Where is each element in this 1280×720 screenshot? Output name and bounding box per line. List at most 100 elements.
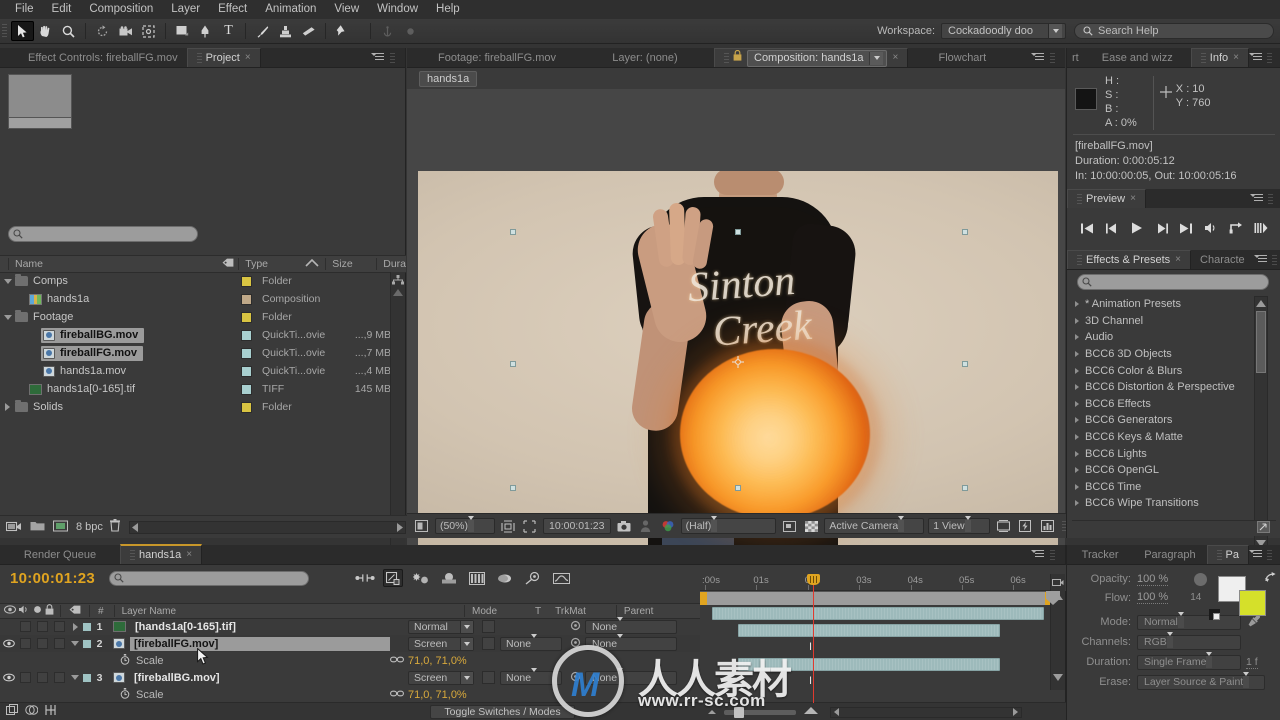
shape-tool[interactable] (171, 21, 194, 41)
project-item-row[interactable]: fireballBG.mov QuickTi...ovie ...,9 MB (0, 326, 392, 344)
layer-duration-bar[interactable] (712, 607, 1044, 620)
property-value[interactable]: 71,0, 71,0% (408, 655, 467, 667)
project-item-label-color[interactable] (241, 293, 252, 305)
close-icon[interactable]: × (186, 546, 192, 564)
twisty-right-icon[interactable] (1075, 417, 1079, 424)
tab-rt[interactable]: rt (1067, 49, 1084, 67)
zoom-in-icon[interactable] (802, 706, 820, 718)
project-item-row[interactable]: hands1a.mov QuickTi...ovie ...,4 MB (0, 362, 392, 380)
lock-icon[interactable] (733, 49, 742, 67)
next-frame-button[interactable] (1152, 218, 1172, 238)
twisty-right-icon[interactable] (1075, 334, 1079, 341)
tab-info[interactable]: Info × (1190, 48, 1249, 67)
tab-hands1a-grip[interactable] (130, 549, 135, 561)
panel-menu-icon[interactable] (1249, 52, 1263, 64)
composition-stage[interactable]: SintonCreek (418, 171, 1058, 555)
effects-category-row[interactable]: BCC6 3D Objects (1072, 346, 1264, 363)
zoom-select[interactable]: (50%) (434, 516, 495, 534)
selection-handle[interactable] (510, 485, 516, 491)
tab-composition[interactable]: Composition: hands1a × (714, 48, 909, 67)
eye-icon[interactable] (0, 635, 17, 652)
search-help-input[interactable]: Search Help (1074, 23, 1274, 39)
project-item-name-cell[interactable]: Comps (13, 274, 74, 289)
panel-menu-icon[interactable] (371, 52, 385, 64)
effects-category-row[interactable]: Audio (1072, 329, 1264, 346)
draft-3d-icon[interactable] (383, 569, 404, 587)
selection-handle[interactable] (735, 229, 741, 235)
close-icon[interactable]: × (1175, 251, 1181, 269)
column-mode[interactable]: Mode (472, 606, 497, 617)
channels-select[interactable]: RGB (1137, 632, 1241, 650)
panel-menu-icon[interactable] (1031, 52, 1045, 64)
selection-handle[interactable] (962, 485, 968, 491)
menu-item-view[interactable]: View (325, 0, 368, 19)
collapse-transformations-icon[interactable] (439, 569, 459, 587)
menu-item-window[interactable]: Window (368, 0, 427, 19)
twisty-down-icon[interactable] (2, 272, 13, 290)
effects-scroll-thumb[interactable] (1256, 311, 1266, 373)
preserve-transparency-toggle[interactable] (482, 671, 495, 684)
twisty-right-icon[interactable] (1075, 301, 1079, 308)
twisty-right-icon[interactable] (1075, 434, 1079, 441)
project-item-row[interactable]: hands1a[0-165].tif TIFF 145 MB (0, 380, 392, 398)
panel-menu-icon[interactable] (1249, 549, 1263, 561)
lock-toggle[interactable] (51, 618, 68, 635)
slider-right-arrow[interactable] (396, 522, 403, 532)
project-zoom-slider[interactable] (128, 520, 406, 534)
audio-toggle[interactable] (17, 669, 34, 686)
close-icon[interactable]: × (1233, 49, 1239, 67)
bit-depth-label[interactable]: 8 bpc (76, 521, 103, 533)
layer-mode-select[interactable]: Normal (408, 619, 474, 634)
project-item-label-color[interactable] (241, 329, 252, 341)
project-item-label-color[interactable] (241, 383, 252, 395)
timeline-search-input[interactable] (109, 570, 310, 586)
panel-grip[interactable] (390, 52, 395, 64)
project-item-label-color[interactable] (241, 365, 252, 377)
track-matte-select[interactable]: None (500, 667, 562, 685)
layer-mode-select[interactable]: Screen (408, 636, 474, 651)
zoom-tool[interactable] (57, 21, 80, 41)
lock-toggle[interactable] (51, 635, 68, 652)
last-frame-button[interactable] (1176, 218, 1196, 238)
column-size[interactable]: Size (332, 258, 376, 270)
erase-select[interactable]: Layer Source & Paint (1137, 672, 1265, 690)
layer-label-color[interactable] (82, 672, 92, 683)
timeline-layer-row[interactable]: 2 [fireballFG.mov] Screen None None (0, 633, 700, 652)
toolbar-grip[interactable] (2, 23, 7, 39)
tab-preview[interactable]: Preview × (1067, 189, 1146, 208)
project-item-name-cell[interactable]: Footage (13, 310, 79, 325)
timeline-property-row[interactable]: Scale 71,0, 71,0% (0, 686, 700, 703)
close-icon[interactable]: × (1130, 190, 1136, 208)
comp-timecode[interactable]: 10:00:01:23 (542, 518, 611, 534)
effects-category-row[interactable]: BCC6 Time (1072, 479, 1264, 496)
layer-switches-icon[interactable] (6, 704, 19, 719)
twisty-right-icon[interactable] (1075, 450, 1079, 457)
eye-icon[interactable] (0, 618, 17, 635)
tab-composition-grip[interactable] (724, 52, 729, 64)
project-item-label-color[interactable] (241, 401, 252, 413)
pan-behind-tool[interactable] (137, 21, 160, 41)
stopwatch-icon[interactable] (120, 653, 130, 668)
transparency-grid-icon[interactable] (802, 517, 820, 535)
brush-tool[interactable] (251, 21, 274, 41)
rotation-tool[interactable] (91, 21, 114, 41)
tab-ease-and-wizz[interactable]: Ease and wizz (1084, 49, 1191, 67)
menu-item-composition[interactable]: Composition (80, 0, 162, 19)
toggle-switches-modes-button[interactable]: Toggle Switches / Modes (430, 704, 575, 719)
delete-icon[interactable] (109, 519, 121, 535)
puppet-pin-tool[interactable] (331, 21, 354, 41)
effects-category-row[interactable]: BCC6 Keys & Matte (1072, 429, 1264, 446)
enable-frame-blending-icon[interactable] (467, 569, 487, 587)
menu-item-help[interactable]: Help (427, 0, 469, 19)
panel-grip[interactable] (1050, 549, 1055, 561)
channels-icon[interactable] (659, 517, 677, 535)
panel-menu-icon[interactable] (1250, 193, 1264, 205)
current-time-indicator[interactable] (807, 574, 820, 585)
column-layer-name[interactable]: Layer Name (122, 606, 176, 617)
effects-category-row[interactable]: 3D Channel (1072, 313, 1264, 330)
type-tool[interactable]: T (217, 21, 240, 41)
current-timecode[interactable]: 10:00:01:23 (10, 570, 95, 587)
tab-effects-and-presets[interactable]: Effects & Presets × (1067, 250, 1192, 269)
effects-category-row[interactable]: BCC6 Lights (1072, 445, 1264, 462)
selection-handle[interactable] (510, 361, 516, 367)
